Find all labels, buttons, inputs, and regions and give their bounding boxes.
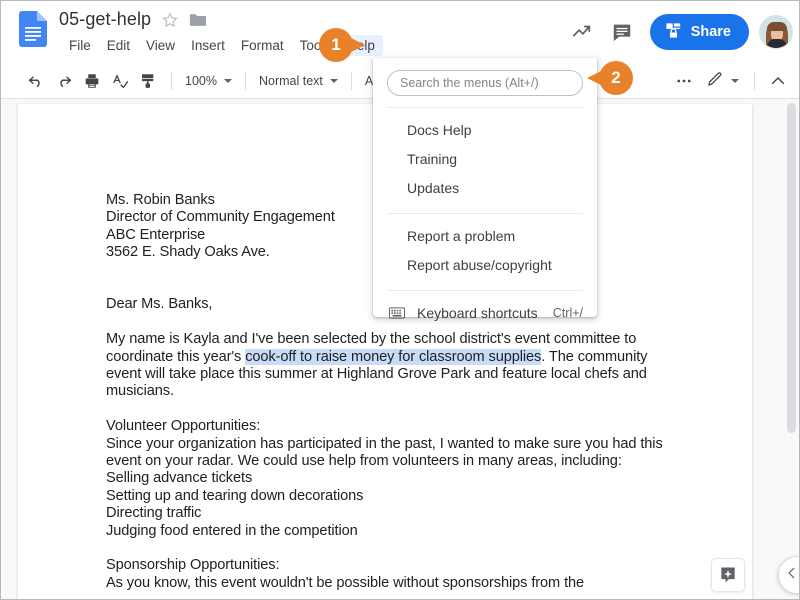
toolbar-divider [350,72,352,90]
callout-tail [351,38,365,52]
paint-format-icon[interactable] [135,68,161,94]
chevron-up-icon[interactable] [765,68,791,94]
avatar[interactable] [759,15,793,49]
toolbar-divider [754,72,755,90]
menu-item-label: Keyboard shortcuts [417,304,538,321]
menu-item-view[interactable]: View [138,35,183,56]
volunteer-item: Setting up and tearing down decorations [106,487,364,504]
star-icon[interactable] [161,11,179,29]
help-menu-group-3: Keyboard shortcuts Ctrl+/ [373,291,597,327]
callout-number: 2 [611,68,621,87]
help-menu-group-1: Docs Help Training Updates [373,108,597,202]
menu-item-edit[interactable]: Edit [99,35,138,56]
callout-badge-2: 2 [587,61,633,95]
menu-item-training[interactable]: Training [373,144,597,173]
keyboard-icon [387,306,407,319]
chevron-down-icon [329,79,338,83]
redo-icon[interactable] [51,68,77,94]
menu-item-report-abuse-copyright[interactable]: Report abuse/copyright [373,250,597,279]
intro-paragraph: My name is Kayla and I've been selected … [106,331,676,401]
help-menu-dropdown: Search the menus (Alt+/) Docs Help Train… [373,58,597,321]
volunteer-item: Selling advance tickets [106,470,253,487]
zoom-level-dropdown[interactable]: 100% [180,69,237,93]
selected-text-highlight: cook-off to raise money for classroom su… [245,348,542,365]
chevron-down-icon [731,79,739,83]
chevron-down-icon [223,79,232,83]
explore-button[interactable] [711,558,745,592]
menu-item-insert[interactable]: Insert [183,35,233,56]
more-options-icon[interactable] [671,68,697,94]
share-button[interactable]: Share [649,14,749,50]
header-actions: Share [562,1,799,63]
document-title-row: 05-get-help [59,9,207,30]
pencil-edit-icon [706,70,724,93]
menu-item-report-a-problem[interactable]: Report a problem [373,221,597,250]
volunteer-item: Judging food entered in the competition [106,522,358,539]
callout-number: 1 [331,35,341,54]
menu-item-shortcut: Ctrl+/ [552,305,583,320]
paragraph-style-dropdown[interactable]: Normal text [254,69,343,93]
callout-badge-1: 1 [319,28,365,62]
volunteer-heading: Volunteer Opportunities: [106,418,261,435]
menu-item-file[interactable]: File [61,35,99,56]
menu-item-label: Report abuse/copyright [407,256,552,273]
menu-item-label: Docs Help [407,121,472,138]
scrollbar-thumb[interactable] [787,103,796,433]
sponsorship-paragraph: As you know, this event wouldn't be poss… [106,574,585,591]
share-button-label: Share [690,24,731,40]
google-docs-icon [19,11,47,47]
menu-item-docs-help[interactable]: Docs Help [373,115,597,144]
toolbar-right-actions [671,63,793,99]
activity-trend-icon[interactable] [562,12,602,52]
share-lock-icon [664,21,683,44]
comment-icon[interactable] [602,12,642,52]
app-header: 05-get-help File Edit View Insert Format… [1,1,799,63]
toolbar-divider [171,72,172,90]
folder-icon[interactable] [189,12,207,28]
help-menu-group-2: Report a problem Report abuse/copyright [373,214,597,279]
menu-item-keyboard-shortcuts[interactable]: Keyboard shortcuts Ctrl+/ [373,298,597,327]
sponsorship-heading: Sponsorship Opportunities: [106,557,280,574]
spellcheck-icon[interactable] [107,68,133,94]
menu-item-label: Report a problem [407,227,516,244]
menu-item-label: Updates [407,179,460,196]
undo-icon[interactable] [23,68,49,94]
toolbar-divider [244,72,246,90]
volunteer-paragraph: Since your organization has participated… [106,435,663,470]
zoom-level-value: 100% [185,74,217,88]
callout-tail [587,71,601,85]
vertical-scrollbar[interactable] [787,103,796,597]
print-icon[interactable] [79,68,105,94]
menu-item-updates[interactable]: Updates [373,173,597,202]
page-title[interactable]: 05-get-help [59,9,151,30]
google-docs-window: 05-get-help File Edit View Insert Format… [0,0,800,600]
menu-item-format[interactable]: Format [233,35,292,56]
editing-mode-dropdown[interactable] [701,69,744,93]
paragraph-style-value: Normal text [258,74,323,88]
volunteer-item: Directing traffic [106,505,202,522]
menu-item-label: Training [407,150,458,167]
search-menus-placeholder: Search the menus (Alt+/) [400,76,539,90]
search-menus-input[interactable]: Search the menus (Alt+/) [387,70,583,96]
